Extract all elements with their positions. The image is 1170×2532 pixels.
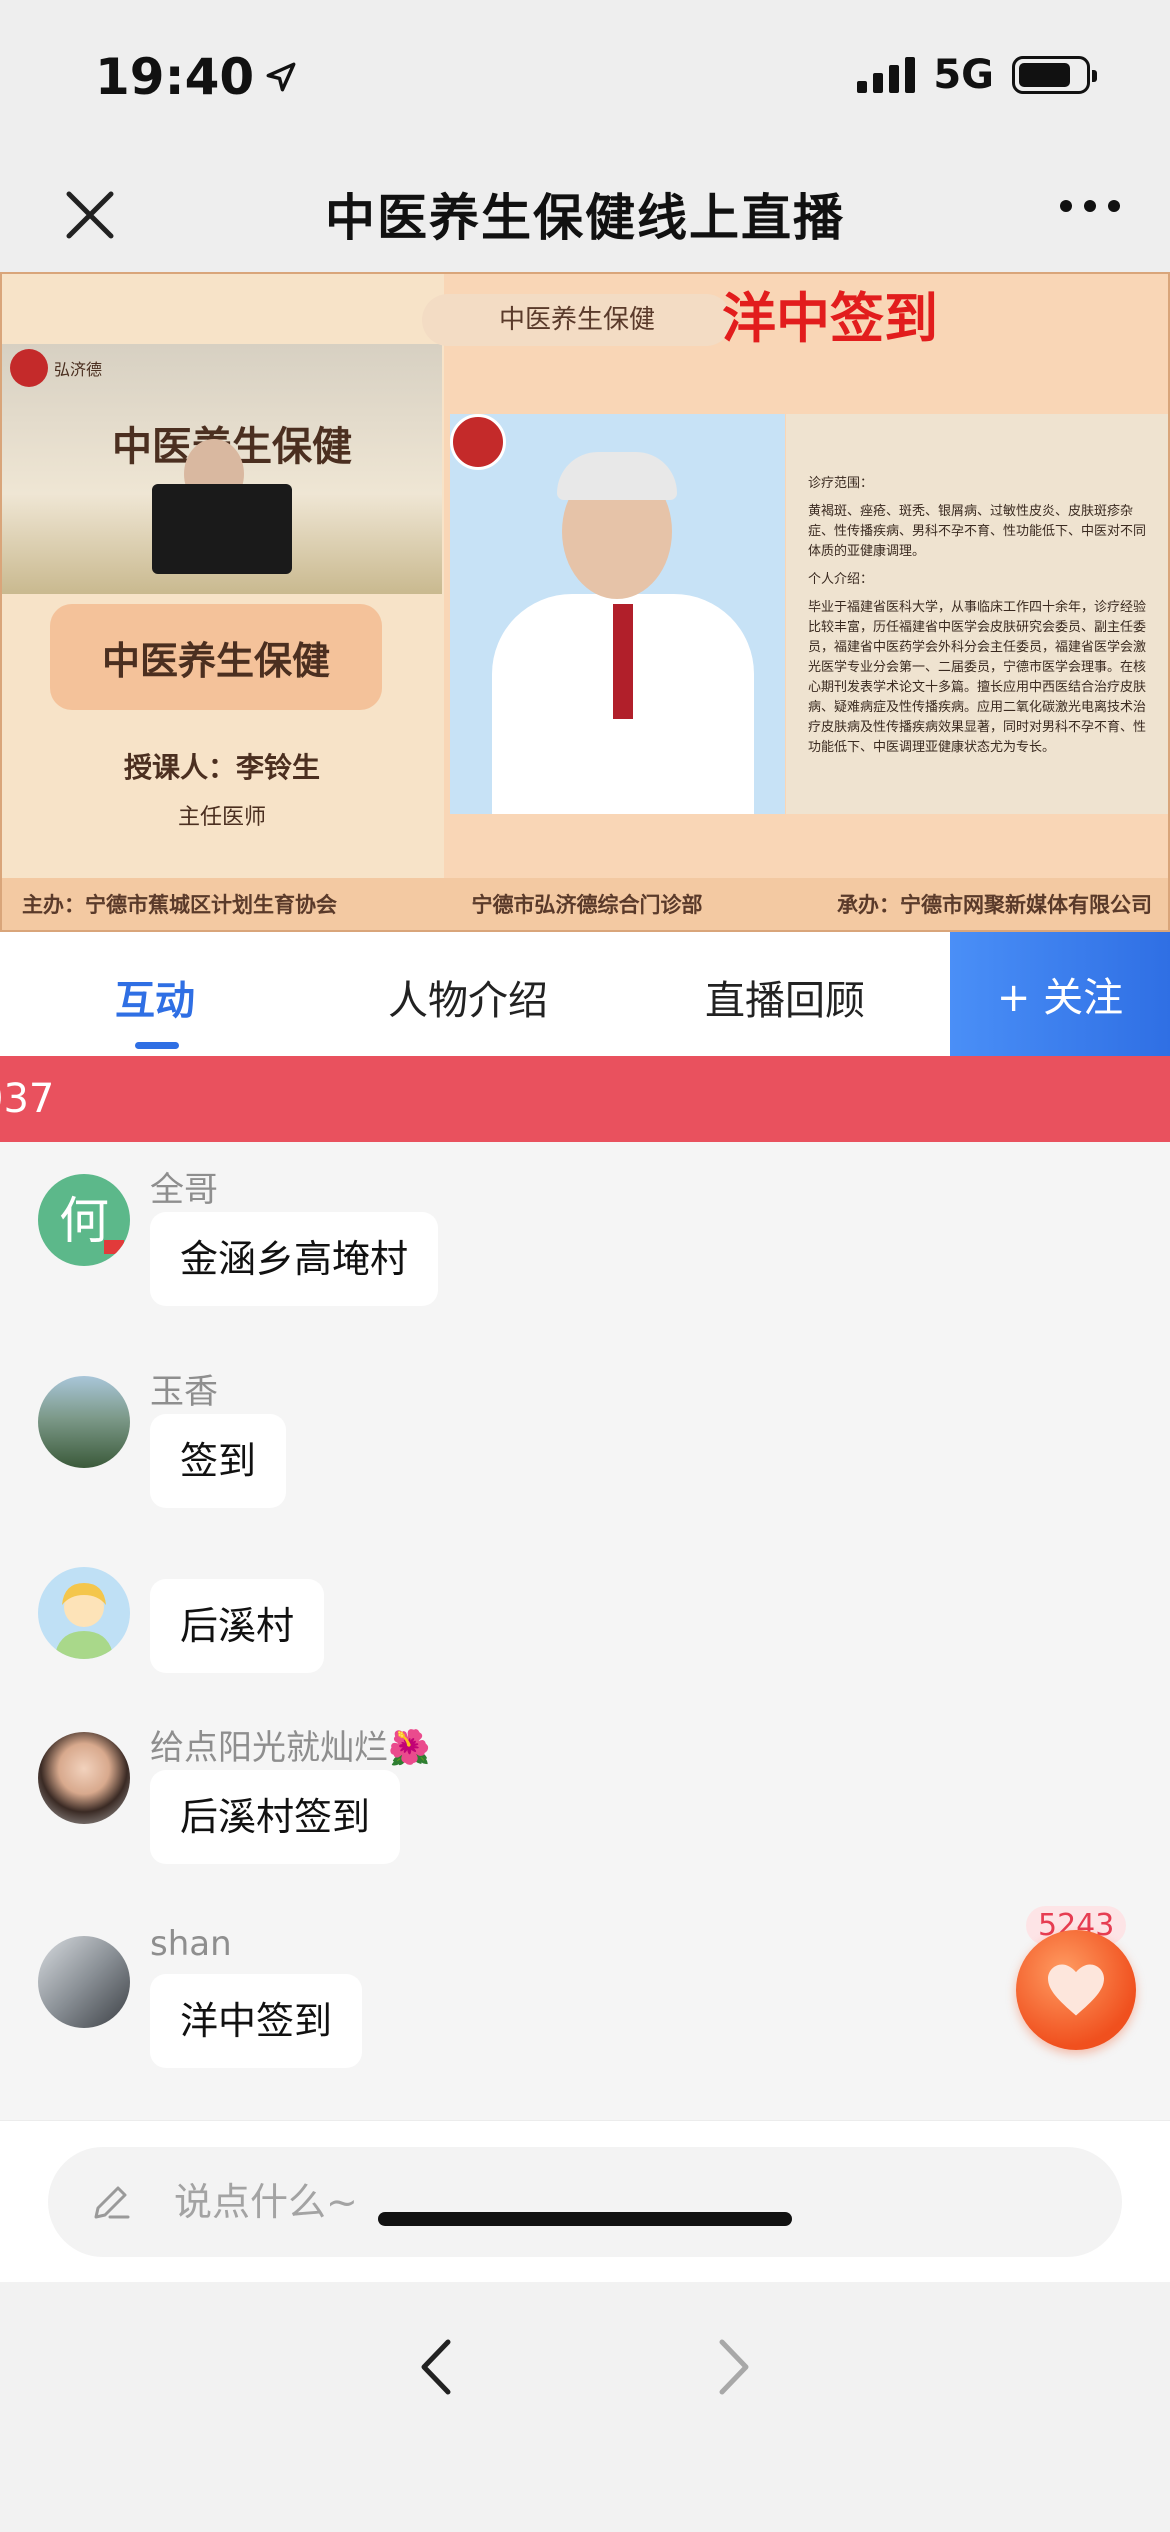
comment-input[interactable] [174,2147,1074,2257]
home-indicator [378,2212,792,2226]
bio-scope-heading: 诊疗范围： [808,476,874,491]
video-banner-title: 中医养生保健 [422,294,732,346]
network-type: 5G [933,52,994,98]
avatar-woman-photo[interactable] [38,1732,130,1824]
comment-input-bar [0,2120,1170,2282]
tab-bar: 互动 人物介绍 直播回顾 + 关注 [0,932,1170,1056]
signin-overlay-text: 洋中签到 [722,287,938,350]
chat-list[interactable]: 何 全哥 金涵乡高埯村 玉香 签到 后溪村 给点阳光就灿烂🌺 后溪村签到 sha… [0,1142,1170,2120]
chat-message: shan 洋中签到 [0,1924,1000,2094]
video-footer: 主办：宁德市蕉城区计划生育协会 宁德市弘济德综合门诊部 承办：宁德市网聚新媒体有… [2,878,1168,930]
announcement-banner: 037 [0,1056,1170,1142]
hospital-logo-icon [450,414,506,470]
bio-scope-text: 黄褐斑、痤疮、斑秃、银屑病、过敏性皮炎、皮肤斑疹杂症、性传播疾病、男科不孕不育、… [808,504,1147,559]
chat-bubble: 洋中签到 [150,1974,363,2068]
doctor-hair [557,452,677,500]
clock-text: 19:40 [95,48,255,106]
chat-bubble: 后溪村签到 [150,1770,401,1864]
svg-text:何: 何 [59,1192,109,1250]
chat-message: 何 全哥 金涵乡高埯村 [0,1162,1000,1332]
tab-interaction[interactable]: 互动 [115,968,195,1026]
doctor-tie [613,604,633,719]
footer-host: 主办：宁德市蕉城区计划生育协会 [22,893,337,917]
chat-bubble: 金涵乡高埯村 [150,1212,439,1306]
battery-icon [1012,56,1097,94]
chat-message: 给点阳光就灿烂🌺 后溪村签到 [0,1720,1000,1890]
chat-nickname: 给点阳光就灿烂🌺 [150,1728,431,1768]
heart-icon [1048,1964,1104,2016]
footer-organizer: 承办：宁德市网聚新媒体有限公司 [837,893,1152,917]
page-title: 中医养生保健线上直播 [325,189,845,247]
video-left-panel: 中医养生保健 弘济德 中医养生保健 授课人：李铃生 主任医师 [2,274,444,880]
comment-input-wrapper[interactable] [48,2147,1122,2257]
doctor-bio-panel: 诊疗范围： 黄褐斑、痤疮、斑秃、银屑病、过敏性皮炎、皮肤斑疹杂症、性传播疾病、男… [786,414,1168,814]
status-time: 19:40 [95,48,298,106]
avatar-he-logo[interactable]: 何 [38,1174,130,1266]
chevron-right-icon[interactable] [700,2322,770,2412]
course-title-pill: 中医养生保健 [50,604,382,710]
lecturer-title: 主任医师 [177,805,266,830]
browser-toolbar [0,2282,1170,2532]
lecturer-name: 授课人：李铃生 [123,751,320,784]
avatar-landscape[interactable] [38,1376,130,1468]
chat-message: 后溪村 [0,1567,1000,1687]
avatar-default-cartoon[interactable] [38,1567,130,1659]
lecture-photo: 中医养生保健 [2,344,442,594]
status-indicators: 5G [857,52,1097,98]
footer-clinic: 宁德市弘济德综合门诊部 [471,893,703,917]
clinic-logo-text: 弘济德 [54,360,103,379]
chat-nickname: shan [150,1924,232,1964]
like-button[interactable] [1016,1930,1136,2050]
status-bar: 19:40 5G [0,0,1170,160]
chevron-left-icon[interactable] [400,2322,470,2412]
chat-message: 玉香 签到 [0,1364,1000,1534]
bio-intro-text: 毕业于福建省医科大学，从事临床工作四十余年，诊疗经验比较丰富，历任福建省中医学会… [808,600,1147,755]
laptop-image [152,484,292,574]
clinic-logo-icon [10,349,48,387]
chat-bubble: 后溪村 [150,1579,325,1673]
tab-replay[interactable]: 直播回顾 [705,968,865,1026]
avatar-window-photo[interactable] [38,1936,130,2028]
signal-icon [857,57,916,93]
announcement-text: 037 [0,1076,55,1122]
chat-bubble: 签到 [150,1414,287,1508]
tab-active-indicator [135,1042,179,1049]
more-dots-icon[interactable] [1060,200,1120,212]
location-arrow-icon [266,62,296,92]
chat-nickname: 全哥 [150,1170,218,1210]
live-video-player[interactable]: 中医养生保健 弘济德 中医养生保健 授课人：李铃生 主任医师 中医养生保健 洋中… [0,272,1170,932]
tab-profile[interactable]: 人物介绍 [388,968,548,1026]
follow-button[interactable]: + 关注 [950,932,1170,1056]
pen-icon [94,2186,130,2219]
nav-bar: 中医养生保健线上直播 [0,160,1170,272]
bio-intro-heading: 个人介绍： [808,572,874,587]
chat-nickname: 玉香 [150,1372,218,1412]
